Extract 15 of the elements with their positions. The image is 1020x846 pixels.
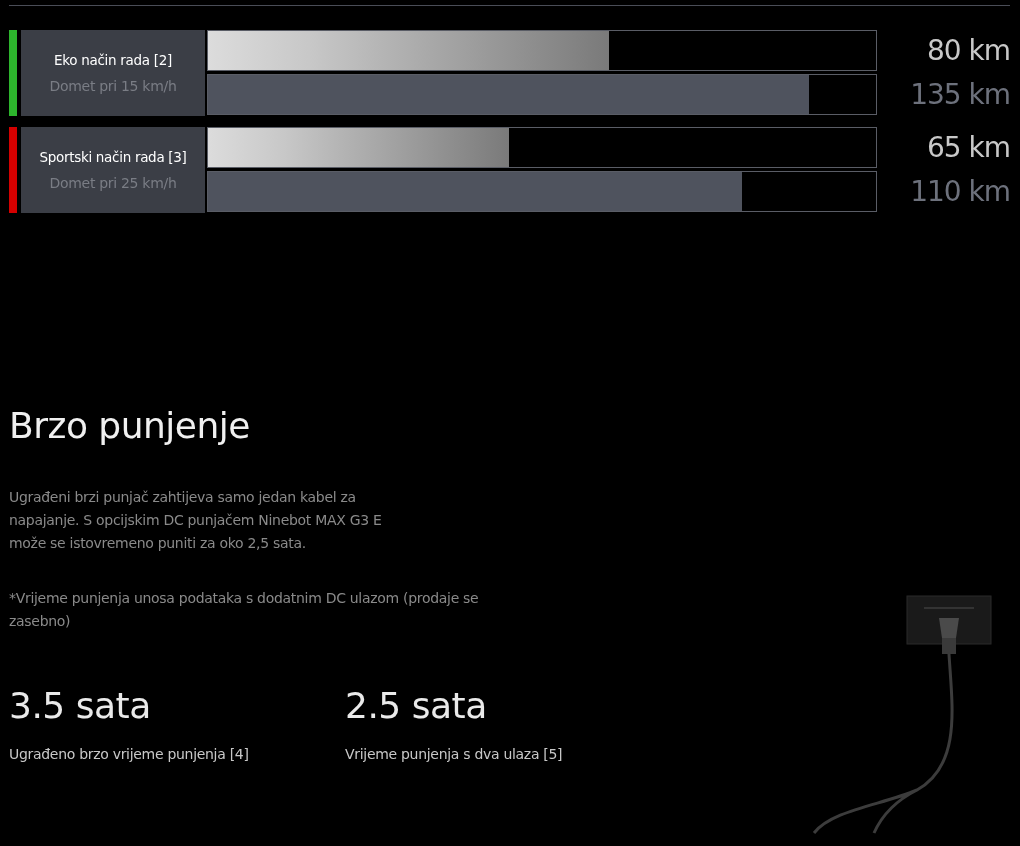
- range-reading: 80 km: [925, 34, 1010, 67]
- stat-label: Vrijeme punjenja s dva ulaza [5]: [345, 746, 564, 762]
- stat-value: 3.5 sata: [9, 685, 152, 726]
- description-text: Ugrađeni brzi punjač zahtijeva samo jedan kabel za napajanje. S opcijskim DC punjačem Ninebot MAX G3 E može se istovremeno puniti za oko 2,5 sata.: [9, 488, 383, 553]
- stat-value: 2.5 sata: [345, 685, 488, 726]
- range-reading: 65 km: [925, 131, 1010, 164]
- stat-label: Ugrađeno brzo vrijeme punjenja [4]: [9, 746, 250, 762]
- footnote-text: *Vrijeme punjenja unosa podataka s dodatnim DC ulazom (prodaje se zasebno): [9, 589, 480, 631]
- section-heading: Brzo punjenje: [9, 405, 251, 446]
- range-reading: 135 km: [909, 78, 1010, 111]
- mode-name: Sportski način rada [3]: [39, 149, 187, 165]
- mode-subtitle: Domet pri 25 km/h: [49, 175, 177, 191]
- mode-subtitle: Domet pri 15 km/h: [49, 78, 177, 94]
- range-reading: 110 km: [909, 175, 1010, 208]
- mode-name: Eko način rada [2]: [54, 52, 172, 68]
